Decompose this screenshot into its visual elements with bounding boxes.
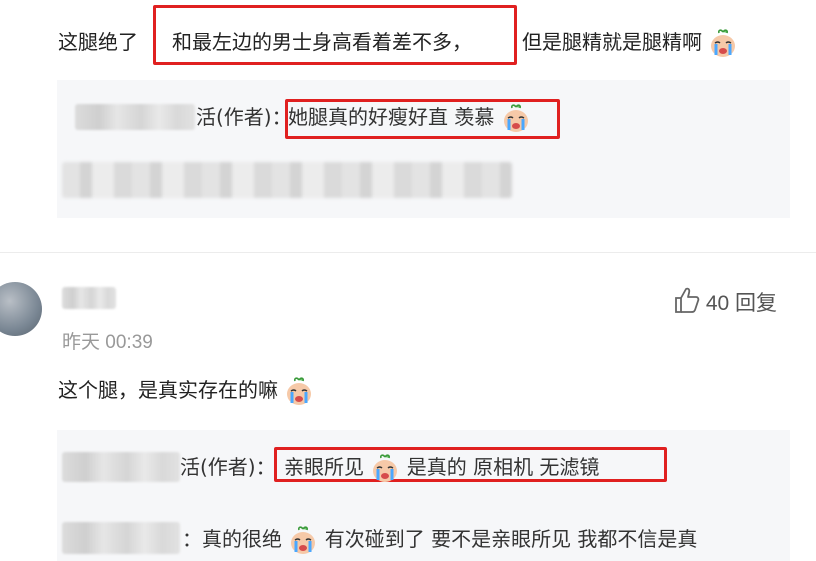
avatar[interactable] bbox=[0, 282, 42, 336]
reply-button[interactable]: 回复 bbox=[735, 292, 777, 315]
reply2-highlight: 亲眼所见 是真的 原相机 无滤镜 bbox=[284, 453, 599, 484]
divider bbox=[0, 252, 816, 253]
comment1-highlight: 和最左边的男士身高看着差不多， bbox=[172, 30, 472, 54]
crying-face-icon bbox=[501, 104, 531, 134]
username-blurred bbox=[62, 522, 180, 554]
comment2-text: 这个腿，是真实存在的嘛 bbox=[58, 376, 314, 407]
username-blurred bbox=[62, 452, 180, 482]
comment1-text-prefix: 这腿绝了 bbox=[58, 30, 138, 54]
reply3-text: ：真的很绝 有次碰到了 要不是亲眼所见 我都不信是真 bbox=[182, 525, 697, 556]
comment-time: 昨天 00:39 bbox=[62, 332, 153, 353]
username-blurred[interactable] bbox=[62, 287, 116, 309]
like-button[interactable]: 40 回复 bbox=[674, 286, 777, 317]
crying-face-icon bbox=[370, 454, 400, 484]
crying-face-icon bbox=[708, 29, 738, 59]
reply1-highlight: 她腿真的好瘦好直 羡慕 bbox=[288, 103, 531, 134]
thumbs-up-icon bbox=[675, 287, 700, 313]
crying-face-icon bbox=[284, 377, 314, 407]
crying-face-icon bbox=[288, 526, 318, 556]
reply-author-tag: 活(作者)： bbox=[196, 105, 292, 129]
like-count: 40 bbox=[705, 292, 730, 315]
reply-text-blurred bbox=[62, 162, 512, 198]
reply-author-tag: 活(作者)： bbox=[180, 455, 276, 479]
username-blurred bbox=[75, 104, 195, 130]
comment1-suffix: 但是腿精就是腿精啊 bbox=[522, 28, 738, 59]
comment1-text: 这腿绝了 bbox=[58, 28, 138, 56]
